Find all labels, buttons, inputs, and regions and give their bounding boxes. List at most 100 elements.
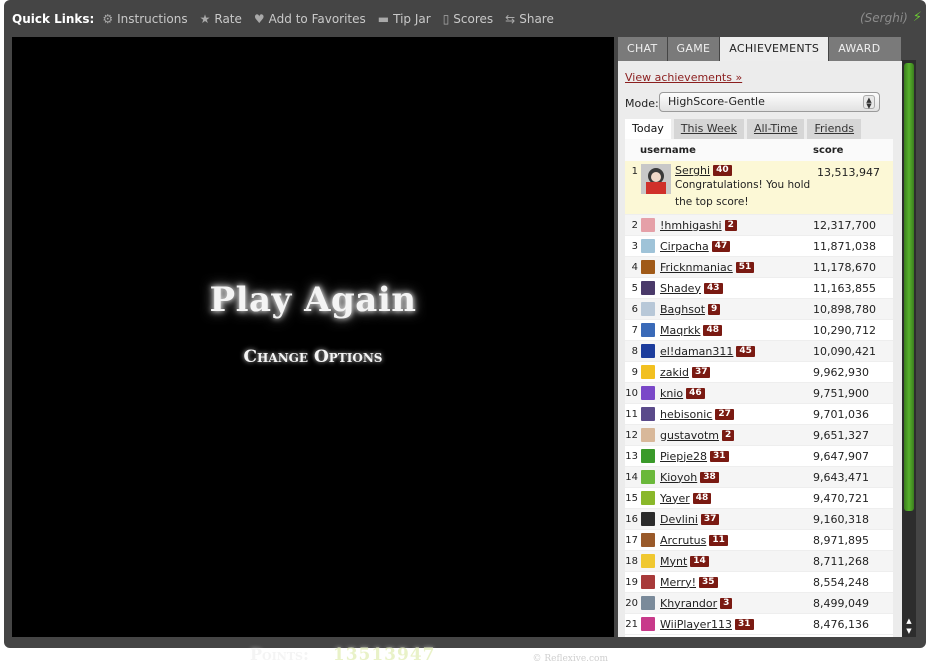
user-cell: Yayer 48 — [641, 491, 813, 505]
avatar[interactable] — [641, 491, 655, 505]
username-link[interactable]: Yayer — [660, 492, 690, 505]
table-row[interactable]: 11 hebisonic 27 9,701,036 — [625, 404, 893, 425]
view-achievements-link[interactable]: View achievements » — [625, 71, 742, 84]
tab-this-week[interactable]: This Week — [673, 119, 744, 139]
table-row[interactable]: 4 Fricknmaniac 51 11,178,670 — [625, 257, 893, 278]
table-row[interactable]: 19 Merry! 35 8,554,248 — [625, 572, 893, 593]
table-row[interactable]: 13 Piepje28 31 9,647,907 — [625, 446, 893, 467]
scroll-thumb[interactable] — [904, 63, 914, 511]
username-link[interactable]: Fricknmaniac — [660, 261, 733, 274]
avatar[interactable] — [641, 554, 655, 568]
table-row[interactable]: 16 Devlini 37 9,160,318 — [625, 509, 893, 530]
avatar[interactable] — [641, 449, 655, 463]
avatar[interactable] — [641, 575, 655, 589]
tip-jar-link[interactable]: ▬ Tip Jar — [378, 12, 431, 26]
username-link[interactable]: Kioyoh — [660, 471, 697, 484]
username-link[interactable]: Arcrutus — [660, 534, 706, 547]
username-link[interactable]: WiiPlayer113 — [660, 618, 732, 631]
share-link[interactable]: ⇆ Share — [505, 12, 554, 26]
username-link[interactable]: Shadey — [660, 282, 701, 295]
avatar[interactable] — [641, 344, 655, 358]
table-row[interactable]: 17 Arcrutus 11 8,971,895 — [625, 530, 893, 551]
username-link[interactable]: el!daman311 — [660, 345, 733, 358]
avatar[interactable] — [641, 617, 655, 631]
avatar[interactable] — [641, 386, 655, 400]
tab-friends[interactable]: Friends — [807, 119, 862, 139]
username-link[interactable]: hebisonic — [660, 408, 712, 421]
avatar[interactable] — [641, 323, 655, 337]
table-row[interactable]: 7 Maqrkk 48 10,290,712 — [625, 320, 893, 341]
table-row[interactable]: 18 Mynt 14 8,711,268 — [625, 551, 893, 572]
user-cell: Merry! 35 — [641, 575, 813, 589]
avatar[interactable] — [641, 428, 655, 442]
tab-award[interactable]: AWARD✕ — [829, 37, 901, 80]
avatar[interactable] — [641, 302, 655, 316]
username-link[interactable]: Maqrkk — [660, 324, 700, 337]
rate-link[interactable]: ★ Rate — [200, 12, 242, 26]
username-link[interactable]: Piepje28 — [660, 450, 707, 463]
scroll-up-icon[interactable]: ▲ — [902, 617, 916, 626]
user-cell: Piepje28 31 — [641, 449, 813, 463]
top-score-row[interactable]: 1 Serghi 40 Congratulations! You hold th… — [625, 161, 893, 215]
avatar[interactable] — [641, 533, 655, 547]
table-row[interactable]: 9 zakid 37 9,962,930 — [625, 362, 893, 383]
avatar[interactable] — [641, 470, 655, 484]
tab-chat[interactable]: CHAT — [618, 37, 667, 61]
username-link[interactable]: Mynt — [660, 555, 687, 568]
tab-all-time[interactable]: All-Time — [746, 119, 805, 139]
quick-links-title: Quick Links: — [12, 12, 95, 26]
user-cell: Mynt 14 — [641, 554, 813, 568]
level-badge: 27 — [715, 408, 734, 420]
avatar[interactable] — [641, 596, 655, 610]
table-row[interactable]: 3 Cirpacha 47 11,871,038 — [625, 236, 893, 257]
table-row[interactable]: 2 !hmhigashi 2 12,317,700 — [625, 215, 893, 236]
user-cell: Arcrutus 11 — [641, 533, 813, 547]
avatar[interactable] — [641, 281, 655, 295]
avatar[interactable] — [641, 407, 655, 421]
add-to-favorites-link[interactable]: ♥ Add to Favorites — [254, 12, 366, 26]
avatar[interactable] — [641, 365, 655, 379]
username-link[interactable]: Serghi — [675, 164, 710, 177]
play-again-button[interactable]: Play Again — [12, 280, 614, 320]
table-row[interactable]: 6 Baghsot 9 10,898,780 — [625, 299, 893, 320]
avatar[interactable] — [641, 164, 671, 194]
username-link[interactable]: gustavotm — [660, 429, 719, 442]
tab-achievements[interactable]: ACHIEVEMENTS — [720, 37, 829, 61]
table-row[interactable]: 14 Kioyoh 38 9,643,471 — [625, 467, 893, 488]
change-options-button[interactable]: Change Options — [12, 347, 614, 367]
avatar[interactable] — [641, 260, 655, 274]
rank: 5 — [631, 282, 638, 294]
username-link[interactable]: !hmhigashi — [660, 219, 722, 232]
table-row[interactable]: 10 knio 46 9,751,900 — [625, 383, 893, 404]
username-link[interactable]: Baghsot — [660, 303, 705, 316]
scores-link[interactable]: ▯ Scores — [443, 12, 493, 26]
table-row[interactable]: 5 Shadey 43 11,163,855 — [625, 278, 893, 299]
avatar[interactable] — [641, 239, 655, 253]
scrollbar[interactable]: ▲ ▼ — [902, 60, 916, 637]
table-row[interactable]: 15 Yayer 48 9,470,721 — [625, 488, 893, 509]
table-row[interactable]: 8 el!daman311 45 10,090,421 — [625, 341, 893, 362]
score-value: 9,160,318 — [813, 512, 869, 526]
level-badge: 31 — [734, 618, 754, 630]
username-link[interactable]: zakid — [660, 366, 689, 379]
table-row[interactable]: 20 Khyrandor 3 8,499,049 — [625, 593, 893, 614]
avatar[interactable] — [641, 218, 655, 232]
table-row[interactable]: 12 gustavotm 2 9,651,327 — [625, 425, 893, 446]
scroll-down-icon[interactable]: ▼ — [902, 627, 916, 636]
username-link[interactable]: Merry! — [660, 576, 696, 589]
mode-select[interactable]: HighScore-Gentle ▲ ▼ — [659, 92, 880, 112]
level-badge: 45 — [736, 345, 755, 357]
username-link[interactable]: Cirpacha — [660, 240, 709, 253]
tab-today[interactable]: Today — [625, 119, 671, 139]
tab-game[interactable]: GAME — [667, 37, 720, 61]
instructions-link[interactable]: ⚙ Instructions — [102, 12, 187, 26]
username-link[interactable]: Khyrandor — [660, 597, 717, 610]
username-link[interactable]: Devlini — [660, 513, 698, 526]
table-row[interactable]: 21 WiiPlayer113 31 8,476,136 — [625, 614, 893, 635]
game-canvas[interactable]: Play Again Change Options Points: 135139… — [12, 37, 614, 665]
avatar[interactable] — [641, 512, 655, 526]
score-value: 9,470,721 — [813, 491, 869, 505]
current-user[interactable]: (Serghi) ⚡ — [860, 10, 922, 25]
score-value: 10,090,421 — [813, 344, 876, 358]
username-link[interactable]: knio — [660, 387, 683, 400]
